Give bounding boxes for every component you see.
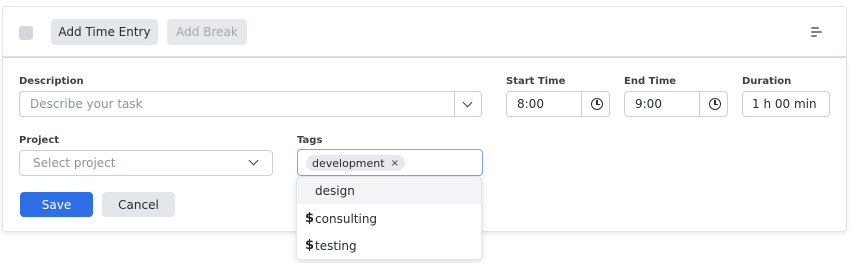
project-label: Project	[19, 135, 60, 146]
clock-icon[interactable]	[709, 98, 721, 110]
tags-input[interactable]: development ×	[297, 149, 483, 176]
end-time-label: End Time	[624, 76, 677, 87]
tag-option-label: design	[315, 183, 355, 198]
tag-option-design[interactable]: design	[297, 177, 481, 204]
time-entry-toolbar: Add Time Entry Add Break	[2, 6, 847, 57]
project-select[interactable]: Select project	[19, 150, 273, 176]
cancel-button[interactable]: Cancel	[102, 192, 175, 217]
chevron-down-icon[interactable]	[248, 155, 259, 166]
tag-chip: development ×	[306, 155, 405, 171]
description-placeholder: Describe your task	[30, 97, 143, 111]
project-placeholder: Select project	[33, 156, 116, 170]
select-all-checkbox[interactable]	[19, 26, 33, 40]
duration-field[interactable]: 1 h 00 min	[742, 91, 830, 117]
duration-value: 1 h 00 min	[752, 97, 817, 111]
tag-chip-label: development	[312, 156, 385, 170]
tag-option-testing[interactable]: $ testing	[297, 232, 481, 259]
duration-label: Duration	[742, 76, 792, 87]
start-time-field[interactable]: 8:00	[506, 91, 610, 117]
clock-icon[interactable]	[591, 98, 603, 110]
tag-option-label: testing	[315, 238, 357, 253]
dollar-icon: $	[305, 211, 315, 226]
save-button[interactable]: Save	[20, 192, 93, 217]
add-break-button[interactable]: Add Break	[167, 19, 247, 45]
menu-icon[interactable]	[811, 26, 823, 38]
tags-label: Tags	[297, 135, 323, 146]
description-label: Description	[19, 76, 84, 87]
chevron-down-icon[interactable]	[462, 97, 473, 108]
end-time-field[interactable]: 9:00	[624, 91, 728, 117]
tag-option-consulting[interactable]: $ consulting	[297, 205, 481, 232]
dollar-icon: $	[305, 238, 315, 253]
close-icon[interactable]: ×	[391, 158, 399, 169]
tag-option-label: consulting	[315, 211, 378, 226]
tags-dropdown: design $ consulting $ testing	[296, 176, 482, 260]
start-time-value: 8:00	[517, 97, 544, 111]
add-time-entry-button[interactable]: Add Time Entry	[51, 19, 158, 45]
end-time-value: 9:00	[635, 97, 662, 111]
start-time-label: Start Time	[506, 76, 566, 87]
description-field[interactable]: Describe your task	[19, 91, 482, 117]
